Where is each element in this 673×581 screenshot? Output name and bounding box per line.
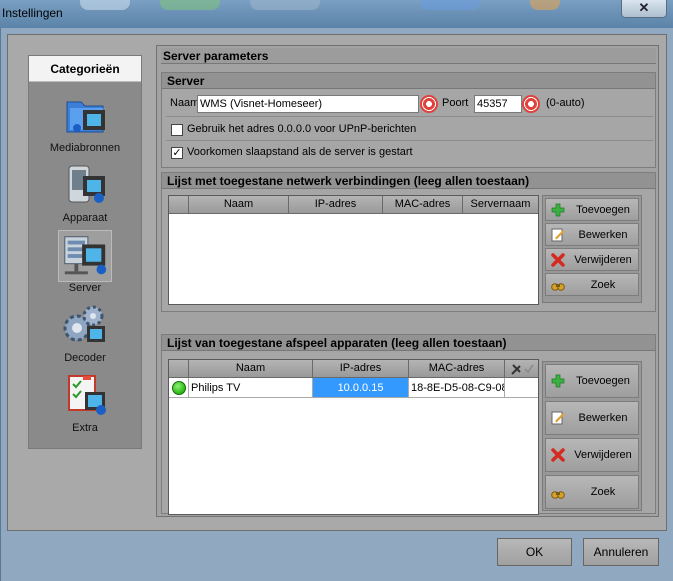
- players-add-button[interactable]: Toevoegen: [545, 364, 639, 398]
- port-hint: (0-auto): [546, 97, 585, 109]
- panel-title: Server parameters: [161, 48, 656, 64]
- close-button[interactable]: ✕: [621, 0, 667, 18]
- network-add-button[interactable]: Toevoegen: [545, 198, 639, 221]
- players-search-button[interactable]: Zoek: [545, 475, 639, 509]
- network-list-header: Naam IP-adres MAC-adres Servernaam: [169, 196, 538, 214]
- cancel-button[interactable]: Annuleren: [583, 538, 659, 566]
- port-input[interactable]: 45357: [474, 95, 522, 113]
- port-label: Poort: [442, 97, 469, 109]
- column-header[interactable]: Naam: [189, 196, 289, 213]
- column-header[interactable]: Naam: [189, 360, 313, 377]
- column-header[interactable]: IP-adres: [289, 196, 383, 213]
- column-options-header[interactable]: [505, 360, 538, 377]
- players-group-title: Lijst van toegestane afspeel apparaten (…: [162, 335, 655, 351]
- table-row[interactable]: Philips TV 10.0.0.15 18-8E-D5-08-C9-08: [169, 378, 538, 398]
- server-icon: [58, 230, 112, 282]
- server-name-input[interactable]: WMS (Visnet-Homeseer): [197, 95, 419, 113]
- category-label: Decoder: [64, 352, 106, 364]
- binoculars-icon: [551, 283, 565, 291]
- device-mac-cell: 18-8E-D5-08-C9-08: [409, 378, 505, 398]
- device-icon: [68, 165, 105, 203]
- players-list[interactable]: Naam IP-adres MAC-adres Philips TV 10.0.…: [168, 359, 539, 515]
- network-search-button[interactable]: Zoek: [545, 273, 639, 296]
- window-title: Instellingen: [2, 6, 63, 20]
- category-mediabronnen[interactable]: Mediabronnen: [29, 90, 141, 160]
- plus-icon: [551, 203, 565, 217]
- server-group-title: Server: [162, 73, 655, 89]
- dialog-client: Categorieën Mediabronnen Apparaat Server…: [7, 34, 667, 531]
- upnp-checkbox[interactable]: [171, 124, 183, 136]
- column-header[interactable]: Servernaam: [463, 196, 538, 213]
- category-decoder[interactable]: Decoder: [29, 300, 141, 370]
- device-name-cell: Philips TV: [189, 378, 313, 398]
- sleep-checkbox[interactable]: ✓: [171, 147, 183, 159]
- column-header[interactable]: IP-adres: [313, 360, 409, 377]
- plus-icon: [551, 374, 565, 388]
- decoder-gears-icon: [63, 305, 105, 342]
- category-label: Apparaat: [62, 212, 108, 224]
- name-port-row: Naam WMS (Visnet-Homeseer) Poort 45357 (…: [166, 91, 653, 117]
- window-frame: Categorieën Mediabronnen Apparaat Server…: [0, 28, 673, 581]
- category-extra[interactable]: Extra: [29, 370, 141, 440]
- status-online-icon: [172, 381, 186, 395]
- column-header[interactable]: MAC-adres: [383, 196, 463, 213]
- players-list-header: Naam IP-adres MAC-adres: [169, 360, 538, 378]
- upnp-label: Gebruik het adres 0.0.0.0 voor UPnP-beri…: [187, 123, 417, 135]
- sleep-row: ✓ Voorkomen slaapstand als de server is …: [166, 142, 653, 164]
- edit-icon: [551, 228, 565, 242]
- ok-button[interactable]: OK: [497, 538, 572, 566]
- players-delete-button[interactable]: Verwijderen: [545, 438, 639, 472]
- upnp-row: Gebruik het adres 0.0.0.0 voor UPnP-beri…: [166, 119, 653, 141]
- category-label: Extra: [72, 422, 98, 434]
- device-ip-cell[interactable]: 10.0.0.15: [313, 378, 409, 398]
- media-sources-icon: [66, 101, 105, 133]
- category-server[interactable]: Server: [29, 230, 141, 300]
- binoculars-icon: [551, 491, 565, 499]
- name-label: Naam: [170, 97, 200, 109]
- tools-icon: [510, 364, 534, 375]
- network-list[interactable]: Naam IP-adres MAC-adres Servernaam: [168, 195, 539, 305]
- players-buttons: Toevoegen Bewerken Verwijderen Zoek: [542, 361, 642, 511]
- network-edit-button[interactable]: Bewerken: [545, 223, 639, 246]
- network-delete-button[interactable]: Verwijderen: [545, 248, 639, 271]
- port-reset-icon[interactable]: [522, 95, 540, 113]
- extra-checklist-icon: [68, 375, 106, 415]
- network-group-title: Lijst met toegestane netwerk verbindinge…: [162, 173, 655, 189]
- players-group: Lijst van toegestane afspeel apparaten (…: [161, 334, 656, 515]
- sleep-label: Voorkomen slaapstand als de server is ge…: [187, 146, 413, 158]
- categories-sidebar: Categorieën Mediabronnen Apparaat Server…: [28, 55, 142, 449]
- delete-icon: [551, 448, 565, 462]
- server-group: Server Naam WMS (Visnet-Homeseer) Poort …: [161, 72, 656, 168]
- category-label: Mediabronnen: [49, 142, 121, 154]
- network-buttons: Toevoegen Bewerken Verwijderen Zoek: [542, 195, 642, 303]
- column-header[interactable]: MAC-adres: [409, 360, 505, 377]
- edit-icon: [551, 411, 565, 425]
- category-label: Server: [68, 282, 102, 294]
- server-parameters-panel: Server parameters Server Naam WMS (Visne…: [156, 45, 659, 517]
- name-reset-icon[interactable]: [420, 95, 438, 113]
- network-group: Lijst met toegestane netwerk verbindinge…: [161, 172, 656, 312]
- delete-icon: [551, 253, 565, 267]
- players-edit-button[interactable]: Bewerken: [545, 401, 639, 435]
- category-apparaat[interactable]: Apparaat: [29, 160, 141, 230]
- title-bar[interactable]: Instellingen ✕: [0, 0, 673, 28]
- categories-header: Categorieën: [29, 56, 141, 82]
